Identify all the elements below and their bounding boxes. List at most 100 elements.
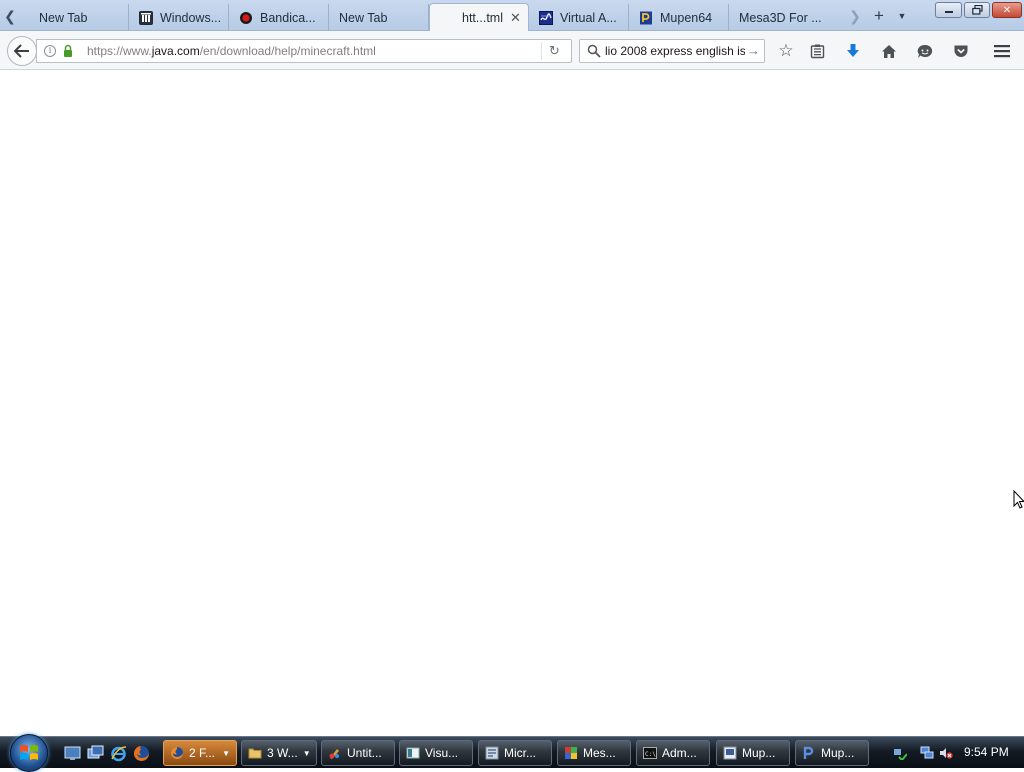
pocket-button[interactable] <box>950 40 972 62</box>
task-label: Mes... <box>583 746 616 760</box>
taskbar-microsoft[interactable]: Micr... <box>478 740 552 766</box>
task-label: Visu... <box>425 746 459 760</box>
new-tab-button[interactable]: + <box>868 4 890 28</box>
taskbar-mupen-1[interactable]: Mup... <box>716 740 790 766</box>
tab-virtual-audio[interactable]: Virtual A... <box>529 4 629 31</box>
info-icon[interactable]: i <box>44 45 56 57</box>
downloads-button[interactable] <box>842 40 864 62</box>
tab-title: Virtual A... <box>560 10 617 25</box>
microsoft-icon <box>485 746 499 760</box>
windows-taskbar: 2 F... ▼ 3 W... ▼ Untit... Visu... Micr.… <box>0 734 1024 772</box>
network-status-icon[interactable] <box>893 746 908 762</box>
start-button[interactable] <box>10 734 48 772</box>
chevron-down-icon: ▼ <box>897 11 907 21</box>
restore-icon <box>971 5 983 15</box>
mupen-icon <box>802 746 816 760</box>
switch-windows-icon[interactable] <box>87 745 104 762</box>
tab-title: Bandica... <box>260 10 316 25</box>
home-button[interactable] <box>878 40 900 62</box>
tab-strip: ❮ New Tab Windows... Bandica... New Tab … <box>0 0 1024 32</box>
taskbar-firefox-group[interactable]: 2 F... ▼ <box>163 740 237 766</box>
tab-scroll-left-button[interactable]: ❮ <box>0 4 20 28</box>
taskbar-visual-studio[interactable]: Visu... <box>399 740 473 766</box>
windows-logo-icon <box>20 745 38 760</box>
url-text[interactable]: https://www.java.com/en/download/help/mi… <box>87 44 376 58</box>
tab-new-tab-1[interactable]: New Tab <box>29 4 129 31</box>
task-label: 2 F... <box>189 746 216 760</box>
home-icon <box>882 44 896 58</box>
lock-icon[interactable] <box>63 44 73 58</box>
tab-mesa3d[interactable]: Mesa3D For ... <box>729 4 839 31</box>
search-bar[interactable]: lio 2008 express english iso → <box>579 39 765 63</box>
hello-button[interactable] <box>914 40 936 62</box>
task-label: Untit... <box>347 746 382 760</box>
tab-bandicam[interactable]: Bandica... <box>229 4 329 31</box>
search-go-arrow-icon[interactable]: → <box>747 43 760 58</box>
tab-new-tab-2[interactable]: New Tab <box>329 4 429 31</box>
paint-icon <box>328 746 342 760</box>
chevron-down-icon: ▼ <box>302 748 311 758</box>
url-host: java.com <box>151 44 200 58</box>
back-button[interactable] <box>7 36 37 66</box>
folder-icon <box>248 746 262 760</box>
list-all-tabs-button[interactable]: ▼ <box>893 4 911 28</box>
tab-java-minecraft[interactable]: htt...tml ✕ <box>429 3 529 32</box>
bookmarks-menu-button[interactable] <box>806 40 828 62</box>
taskbar-mupen-2[interactable]: Mup... <box>795 740 869 766</box>
clock[interactable]: 9:54 PM <box>964 745 1009 759</box>
tab-title: New Tab <box>39 10 88 25</box>
svg-text:C:\: C:\ <box>645 751 656 758</box>
task-label: 3 W... <box>267 746 298 760</box>
pocket-icon <box>954 45 968 57</box>
taskbar-paint[interactable]: Untit... <box>321 740 395 766</box>
task-label: Micr... <box>504 746 536 760</box>
tab-windows[interactable]: Windows... <box>129 4 229 31</box>
hello-chat-icon <box>917 44 933 58</box>
download-arrow-icon <box>847 44 859 57</box>
restore-window-button[interactable] <box>964 2 990 18</box>
menu-button[interactable] <box>991 40 1013 62</box>
tab-title: Windows... <box>160 10 222 25</box>
mupen-icon <box>723 746 737 760</box>
task-label: Mup... <box>821 746 855 760</box>
tab-scroll-right-button[interactable]: ❯ <box>845 4 865 28</box>
volume-muted-icon[interactable] <box>939 746 953 760</box>
close-window-button[interactable]: ✕ <box>992 2 1022 18</box>
mupen-icon <box>639 11 653 25</box>
minimize-icon <box>944 11 953 13</box>
page-content[interactable] <box>0 71 1024 736</box>
internet-explorer-icon[interactable] <box>110 745 127 762</box>
close-tab-icon[interactable]: ✕ <box>510 10 521 26</box>
bookmark-star-button[interactable]: ☆ <box>775 40 797 62</box>
firefox-icon <box>170 746 184 760</box>
back-arrow-icon <box>14 44 29 58</box>
search-input[interactable]: lio 2008 express english iso <box>605 44 745 58</box>
mouse-cursor-icon <box>1013 490 1024 509</box>
visual-studio-icon <box>406 746 420 760</box>
bookmarks-list-icon <box>810 44 824 58</box>
taskbar-mesa[interactable]: Mes... <box>557 740 631 766</box>
url-path: /en/download/help/minecraft.html <box>199 44 376 58</box>
star-icon: ☆ <box>778 41 794 60</box>
url-bar[interactable]: i https://www.java.com/en/download/help/… <box>36 39 572 63</box>
tab-title: Mesa3D For ... <box>739 10 822 25</box>
task-label: Adm... <box>662 746 697 760</box>
tab-title: New Tab <box>339 10 388 25</box>
url-prefix: https://www. <box>87 44 152 58</box>
minimize-window-button[interactable] <box>935 2 962 18</box>
building-icon <box>139 10 153 25</box>
close-icon: ✕ <box>1002 4 1012 16</box>
taskbar-explorer-group[interactable]: 3 W... ▼ <box>241 740 317 766</box>
tab-title: Mupen64 <box>660 10 713 25</box>
reload-icon[interactable]: ↻ <box>541 42 567 60</box>
virtualaudio-icon <box>539 10 553 25</box>
tab-title: htt...tml <box>462 11 503 25</box>
show-desktop-icon[interactable] <box>64 745 81 762</box>
tab-mupen64[interactable]: Mupen64 <box>629 4 729 31</box>
plus-icon: + <box>874 6 884 25</box>
firefox-icon[interactable] <box>133 745 150 762</box>
taskbar-admin-cmd[interactable]: C:\ Adm... <box>636 740 710 766</box>
task-label: Mup... <box>742 746 776 760</box>
network-icon[interactable] <box>920 746 934 760</box>
record-icon <box>239 11 253 25</box>
